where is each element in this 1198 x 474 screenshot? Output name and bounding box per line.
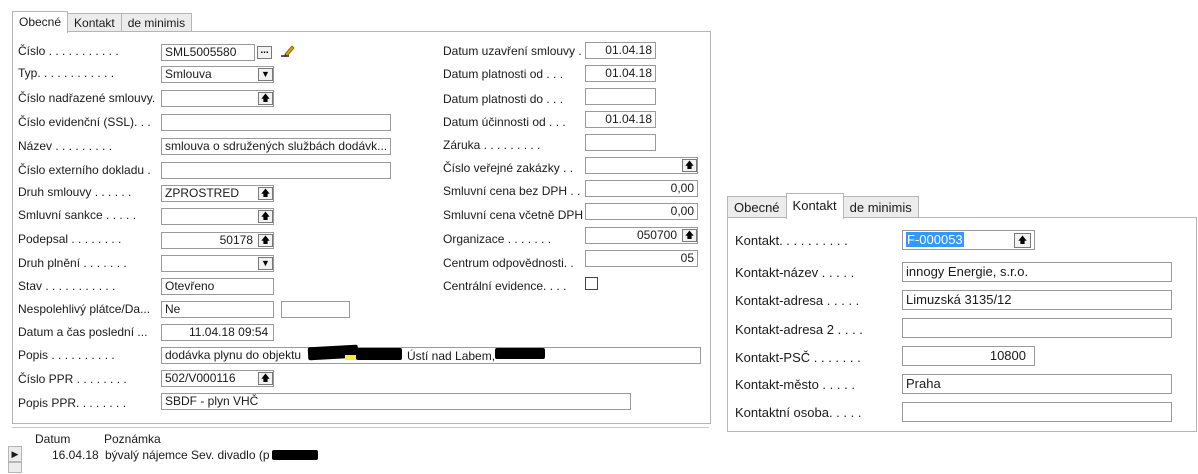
ucinnost-od-field[interactable]: 01.04.18 [585,111,656,128]
platnost-od-field[interactable]: 01.04.18 [585,65,656,82]
tab-de-minimis[interactable]: de minimis [120,13,193,33]
label-externi-doklad: Číslo externího dokladu . [18,163,151,177]
datum-cas-field[interactable]: 11.04.18 09:54 [161,324,274,341]
label-platnost-od: Datum platnosti od . . . [443,67,564,81]
label-kontakt-psc: Kontakt-PSČ . . . . . . . [735,350,861,365]
pencil-icon[interactable] [279,42,297,60]
kontaktni-osoba-field[interactable] [902,402,1172,422]
label-platnost-do: Datum platnosti do . . . [443,92,564,106]
label-druh-plneni: Druh plnění . . . . . . . [18,256,127,270]
label-cislo-nadrazene: Číslo nadřazené smlouvy. [18,91,156,105]
nespolehlivy-field[interactable]: Ne [161,301,274,318]
cena-s-dph-field[interactable]: 0,00 [585,203,698,220]
assist-up-arrow-icon[interactable]: 🡅 [682,229,697,242]
note-text: bývalý nájemce Sev. divadlo (p [105,448,270,462]
assist-up-arrow-icon[interactable]: 🡅 [258,92,273,105]
popis-ppr-field[interactable]: SBDF - plyn VHČ [161,393,631,410]
tab-kontakt[interactable]: Kontakt [785,193,844,219]
dropdown-arrow-icon[interactable]: ▼ [258,257,273,270]
assist-up-arrow-icon[interactable]: 🡅 [258,234,273,247]
popis-text-b: Ústí nad Labem, [407,349,496,363]
kontakt-psc-field[interactable]: 10800 [902,346,1035,366]
label-kontakt-adresa: Kontakt-adresa . . . . . [735,293,860,308]
assist-up-arrow-icon[interactable]: 🡅 [682,159,697,172]
row-selector-empty[interactable] [8,462,22,473]
label-kontakt: Kontakt. . . . . . . . . . [735,233,848,248]
right-tabs: Obecné Kontakt de minimis [727,193,919,219]
tab-kontakt[interactable]: Kontakt [67,13,122,33]
assist-up-arrow-icon[interactable]: 🡅 [258,187,273,200]
left-tabs: Obecné Kontakt de minimis [12,11,193,33]
tab-obecne[interactable]: Obecné [727,196,787,219]
label-cislo-ppr: Číslo PPR . . . . . . . . [18,372,127,386]
label-verejna-zakazka: Číslo veřejné zakázky . . [443,161,574,175]
cena-bez-dph-field[interactable]: 0,00 [585,180,698,197]
redaction-mark [356,348,402,360]
label-datum-cas: Datum a čas poslední ... [18,325,148,339]
kontakt-adresa-field[interactable]: Limuzská 3135/12 [902,290,1172,310]
lookup-button[interactable]: ... [257,46,272,59]
label-stav: Stav . . . . . . . . . . . [18,279,116,293]
externi-doklad-field[interactable] [161,162,391,179]
label-cislo: Číslo . . . . . . . . . . . [18,44,119,58]
assist-up-arrow-icon[interactable]: 🡅 [1014,233,1031,248]
zaruka-field[interactable] [585,134,656,151]
label-typ: Typ. . . . . . . . . . . . [18,66,115,80]
popis-text-a: dodávka plynu do objektu [165,348,302,362]
label-cena-bez-dph: Smluvní cena bez DPH . . [443,184,581,198]
label-centrum: Centrum odpovědnosti. . [443,256,574,270]
label-kontaktni-osoba: Kontaktní osoba. . . . . [735,405,862,420]
label-nazev: Název . . . . . . . . . [18,139,113,153]
stav-field[interactable]: Otevřeno [161,278,274,295]
platnost-do-field[interactable] [585,88,656,105]
label-kontakt-nazev: Kontakt-název . . . . . [735,265,855,280]
centralni-evidence-checkbox[interactable] [585,277,598,290]
label-cena-s-dph: Smluvní cena včetně DPH [443,208,584,222]
cislo-evidencni-field[interactable] [161,114,391,131]
label-podepsal: Podepsal . . . . . . . . [18,232,122,246]
kontakt-adresa-2-field[interactable] [902,318,1172,338]
kontakt-value-selected: F-000053 [906,232,964,247]
dropdown-arrow-icon[interactable]: ▼ [258,68,273,81]
label-popis-ppr: Popis PPR. . . . . . . . [18,396,127,410]
tab-de-minimis[interactable]: de minimis [842,196,919,219]
label-centralni-evidence: Centrální evidence. . . . [443,279,567,293]
assist-up-arrow-icon[interactable]: 🡅 [258,210,273,223]
notes-header-poznamka: Poznámka [104,432,161,446]
row-selector[interactable]: ▶ [8,446,22,462]
kontakt-mesto-field[interactable]: Praha [902,374,1172,394]
datum-uzavreni-field[interactable]: 01.04.18 [585,42,656,59]
label-kontakt-adresa-2: Kontakt-adresa 2 . . . . [735,322,863,337]
assist-up-arrow-icon[interactable]: 🡅 [258,372,273,385]
cislo-field[interactable]: SML5005580 [161,44,255,61]
nazev-field[interactable]: smlouva o sdružených službách dodávk... [161,138,391,155]
label-ucinnost-od: Datum účinnosti od . . . [443,115,566,129]
label-smluvni-sankce: Smluvní sankce . . . . . [18,208,137,222]
label-organizace: Organizace . . . . . . . [443,232,552,246]
label-kontakt-mesto: Kontakt-město . . . . . [735,377,855,392]
tab-obecne[interactable]: Obecné [12,11,69,33]
note-date: 16.04.18 [52,448,99,462]
redaction-mark [495,348,545,359]
label-datum-uzavreni: Datum uzavření smlouvy . [443,44,582,58]
label-zaruka: Záruka . . . . . . . . . [443,138,541,152]
kontakt-nazev-field[interactable]: innogy Energie, s.r.o. [902,262,1172,282]
label-nespolehlivy: Nespolehlivý plátce/Da... [18,302,151,316]
centrum-field[interactable]: 05 [585,250,698,267]
label-popis: Popis . . . . . . . . . . [18,348,115,362]
nespolehlivy-extra-field[interactable] [281,301,350,318]
redaction-mark [272,450,318,460]
notes-header-datum: Datum [35,432,71,446]
label-druh-smlouvy: Druh smlouvy . . . . . . [18,185,132,199]
label-cislo-evidencni: Číslo evidenční (SSL). . . [18,115,151,129]
